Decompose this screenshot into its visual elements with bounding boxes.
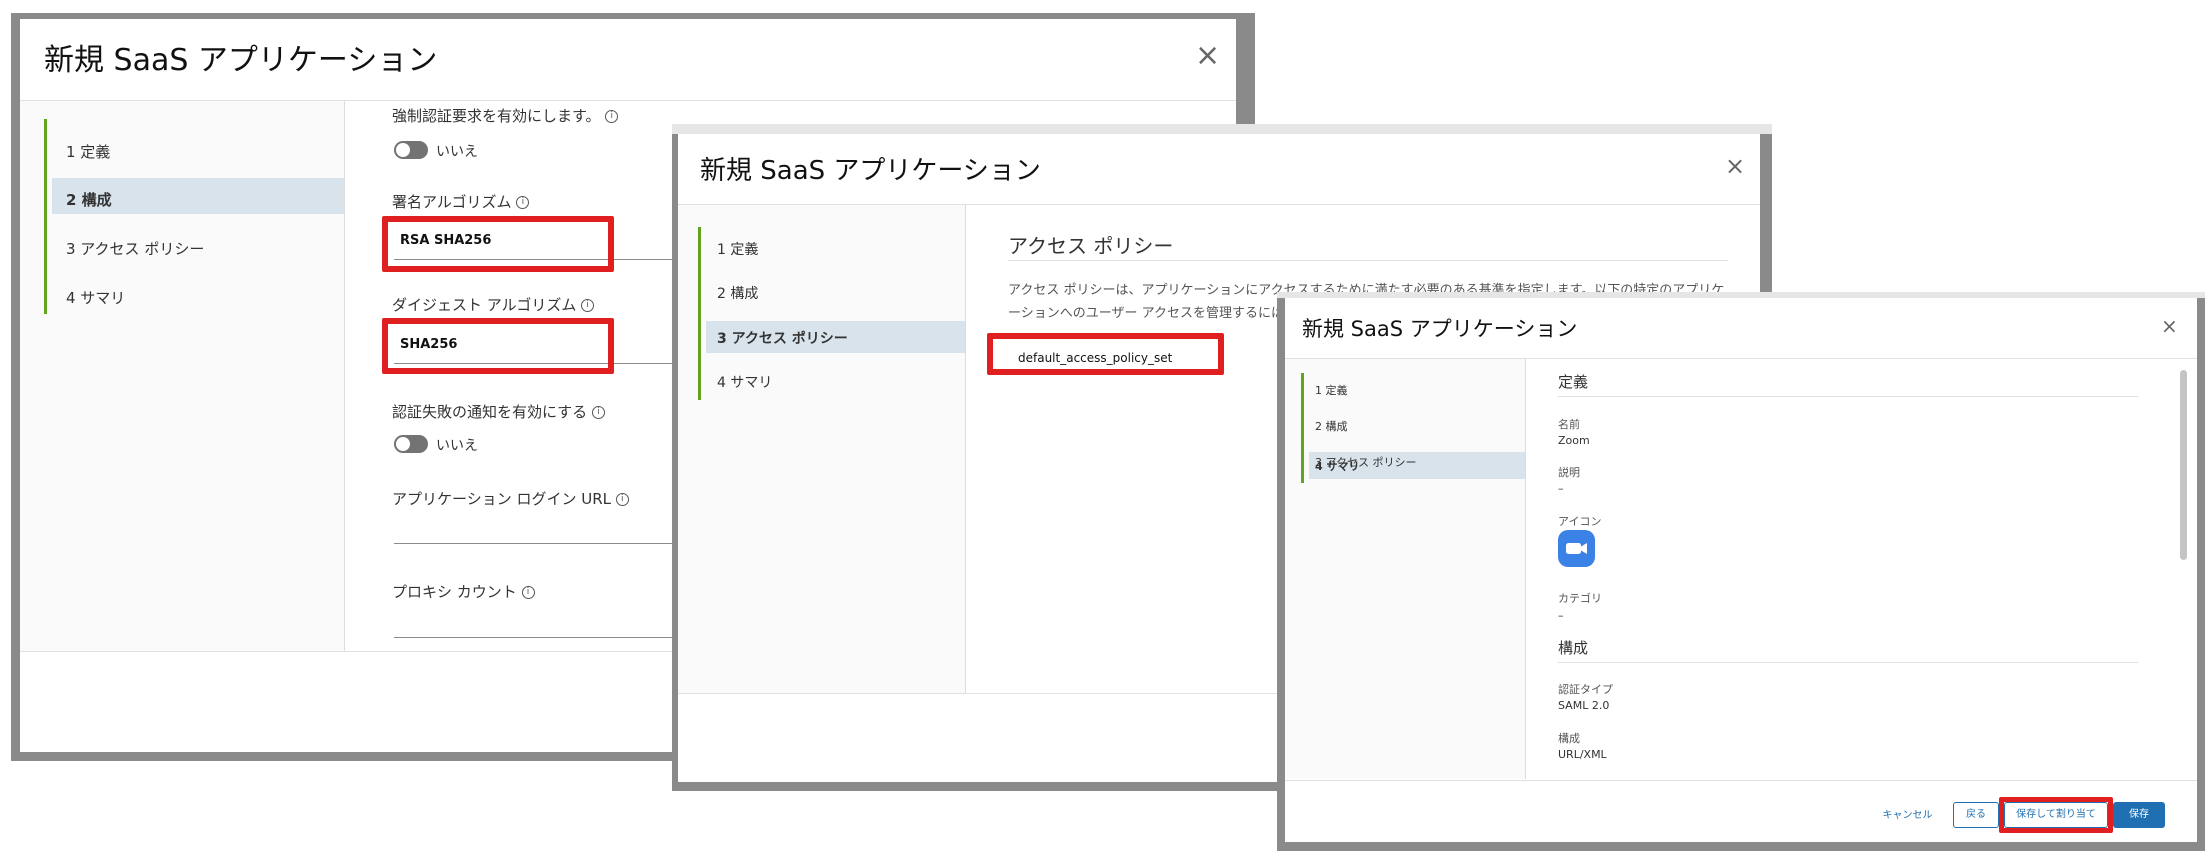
force-auth-label: 強制認証要求を有効にします。 i bbox=[392, 105, 619, 126]
step-progress-bar bbox=[698, 227, 701, 400]
step-definition[interactable]: 1 定義 bbox=[1315, 382, 1348, 398]
close-icon[interactable]: × bbox=[1195, 41, 1220, 71]
dialog-title: 新規 SaaS アプリケーション bbox=[44, 43, 438, 78]
policy-highlight-box bbox=[987, 333, 1224, 375]
step-nav: 1 定義 2 構成 3 アクセス ポリシー 4 サマリ bbox=[20, 101, 345, 651]
save-button[interactable]: 保存 bbox=[2113, 802, 2165, 828]
force-auth-toggle[interactable] bbox=[394, 141, 428, 159]
step-summary[interactable]: 4 サマリ bbox=[66, 287, 125, 308]
proxy-input[interactable] bbox=[394, 637, 694, 638]
step-progress-bar bbox=[44, 119, 47, 314]
signing-label: 署名アルゴリズム i bbox=[392, 191, 530, 212]
digest-label-text: ダイジェスト アルゴリズム bbox=[392, 296, 577, 314]
scrollbar[interactable] bbox=[2180, 370, 2187, 560]
step-nav: 1 定義 2 構成 3 アクセス ポリシー 4 サマリ bbox=[678, 205, 966, 693]
login-url-input[interactable] bbox=[394, 543, 694, 544]
step-configuration[interactable]: 2 構成 bbox=[1315, 418, 1348, 434]
login-url-label-text: アプリケーション ログイン URL bbox=[392, 490, 611, 508]
signing-label-text: 署名アルゴリズム bbox=[392, 193, 512, 211]
config-header: 構成 bbox=[1558, 639, 1589, 657]
dialog-summary: 新規 SaaS アプリケーション × 1 定義 2 構成 3 アクセス ポリシー… bbox=[1285, 298, 2197, 842]
signing-highlight-box bbox=[382, 216, 614, 272]
info-icon[interactable]: i bbox=[516, 196, 530, 209]
description-value: – bbox=[1558, 482, 1564, 495]
cancel-button[interactable]: キャンセル bbox=[1875, 805, 1940, 827]
definition-divider bbox=[1558, 396, 2138, 397]
save-and-assign-highlight-box bbox=[1999, 797, 2113, 833]
config-value: URL/XML bbox=[1558, 748, 1607, 761]
step-definition[interactable]: 1 定義 bbox=[717, 239, 758, 259]
login-url-label: アプリケーション ログイン URL i bbox=[392, 488, 629, 509]
description-line2: ーションへのユーザー アクセスを管理するには bbox=[1008, 306, 1284, 321]
force-auth-value: いいえ bbox=[436, 144, 478, 160]
auth-fail-label-text: 認証失敗の通知を有効にする bbox=[392, 403, 588, 421]
force-auth-label-text: 強制認証要求を有効にします。 bbox=[392, 107, 601, 125]
proxy-label: プロキシ カウント i bbox=[392, 581, 535, 602]
name-value: Zoom bbox=[1558, 434, 1590, 447]
description-label: 説明 bbox=[1558, 466, 1580, 479]
step-definition[interactable]: 1 定義 bbox=[66, 141, 110, 162]
digest-highlight-box bbox=[382, 318, 614, 374]
step-access-policy[interactable]: 3 アクセス ポリシー bbox=[717, 328, 848, 348]
config-divider bbox=[1558, 662, 2138, 663]
info-icon[interactable]: i bbox=[605, 110, 619, 123]
info-icon[interactable]: i bbox=[615, 493, 629, 506]
proxy-label-text: プロキシ カウント bbox=[392, 583, 517, 601]
digest-label: ダイジェスト アルゴリズム i bbox=[392, 294, 595, 315]
step-access-policy[interactable]: 3 アクセス ポリシー bbox=[66, 238, 204, 259]
auth-fail-value: いいえ bbox=[436, 438, 478, 454]
section-title: アクセス ポリシー bbox=[1008, 234, 1174, 258]
auth-fail-label: 認証失敗の通知を有効にする i bbox=[392, 401, 605, 422]
auth-fail-toggle[interactable] bbox=[394, 435, 428, 453]
step-nav: 1 定義 2 構成 3 アクセス ポリシー 4 サマリ bbox=[1285, 359, 1526, 779]
close-icon[interactable]: × bbox=[1725, 154, 1745, 178]
step-summary[interactable]: 4 サマリ bbox=[1315, 458, 1359, 474]
section-divider bbox=[1008, 260, 1728, 261]
screenshot-summary: 新規 SaaS アプリケーション × 1 定義 2 構成 3 アクセス ポリシー… bbox=[1277, 292, 2205, 851]
auth-type-label: 認証タイプ bbox=[1558, 683, 1613, 696]
close-icon[interactable]: × bbox=[2161, 316, 2178, 336]
dialog-title: 新規 SaaS アプリケーション bbox=[1302, 317, 1578, 341]
back-button[interactable]: 戻る bbox=[1953, 802, 1999, 828]
step-summary[interactable]: 4 サマリ bbox=[717, 372, 772, 392]
category-value: – bbox=[1558, 609, 1564, 622]
info-icon[interactable]: i bbox=[591, 406, 605, 419]
config-label: 構成 bbox=[1558, 732, 1580, 745]
footer-divider bbox=[1285, 780, 2197, 781]
step-configuration[interactable]: 2 構成 bbox=[717, 283, 758, 303]
name-label: 名前 bbox=[1558, 418, 1580, 431]
category-label: カテゴリ bbox=[1558, 592, 1602, 605]
step-configuration[interactable]: 2 構成 bbox=[66, 189, 112, 210]
info-icon[interactable]: i bbox=[521, 586, 535, 599]
icon-label: アイコン bbox=[1558, 515, 1602, 528]
background-toolbar bbox=[672, 124, 1772, 134]
video-camera-icon bbox=[1566, 543, 1587, 554]
info-icon[interactable]: i bbox=[581, 299, 595, 312]
step-progress-bar bbox=[1301, 373, 1304, 483]
definition-header: 定義 bbox=[1558, 373, 1589, 391]
dialog-title: 新規 SaaS アプリケーション bbox=[700, 156, 1041, 186]
zoom-app-icon bbox=[1558, 530, 1595, 567]
auth-type-value: SAML 2.0 bbox=[1558, 699, 1610, 712]
